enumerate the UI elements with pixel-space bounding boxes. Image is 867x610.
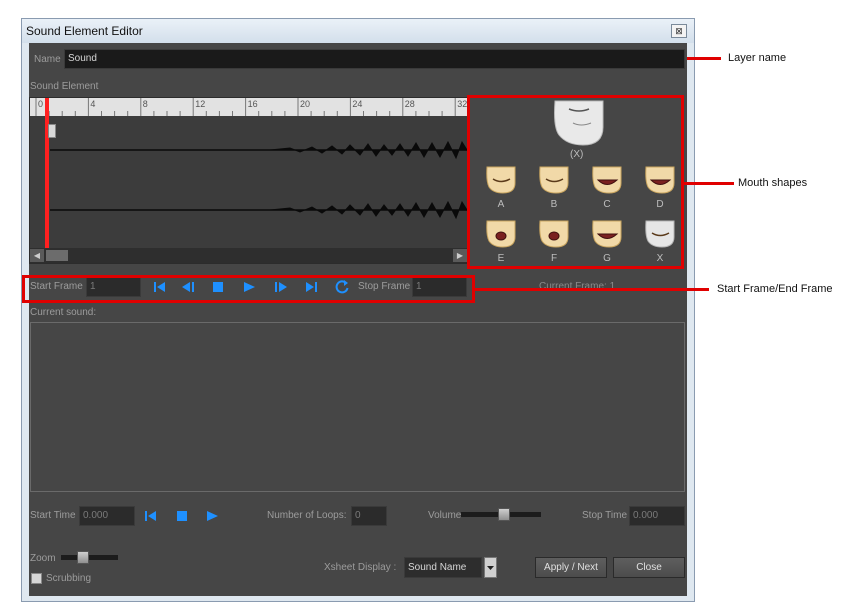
sound-stop-button[interactable] — [174, 509, 190, 523]
xsheet-display-select[interactable]: Sound Name — [404, 557, 482, 578]
first-frame-icon — [145, 511, 156, 521]
start-time-label: Start Time — [30, 510, 76, 521]
zoom-slider-thumb[interactable] — [76, 551, 89, 564]
current-sound-area[interactable] — [30, 322, 685, 492]
name-field[interactable]: Sound — [64, 49, 685, 69]
ruler-tick-label: 28 — [404, 99, 415, 109]
window-close-button[interactable]: ⊠ — [671, 24, 687, 38]
start-end-frame-callout-line — [475, 288, 709, 291]
waveform-display — [50, 140, 467, 220]
scrubbing-label: Scrubbing — [46, 573, 92, 584]
ruler-tick-label: 4 — [90, 99, 96, 109]
playhead[interactable] — [45, 98, 49, 248]
xsheet-display-label: Xsheet Display : — [324, 562, 397, 573]
zoom-label: Zoom — [30, 553, 56, 564]
title-bar: Sound Element Editor ⊠ — [22, 19, 694, 43]
close-button[interactable]: Close — [613, 557, 685, 578]
scroll-left-button[interactable]: ◀ — [30, 249, 44, 262]
ruler-tick-label: 8 — [142, 99, 148, 109]
volume-slider[interactable] — [461, 508, 541, 521]
timeline-scrollbar[interactable]: ◀ ▶ — [30, 248, 467, 263]
play-icon — [207, 511, 218, 521]
start-time-field[interactable]: 0.000 — [79, 506, 135, 526]
apply-next-button[interactable]: Apply / Next — [535, 557, 607, 578]
waveform-timeline[interactable]: 0 4 8 12 16 20 24 28 32 ◀ ▶ — [29, 97, 468, 264]
layer-name-callout: Layer name — [728, 52, 787, 64]
ruler-tick-label: 32 — [457, 99, 468, 109]
scroll-right-button[interactable]: ▶ — [453, 249, 467, 262]
zoom-slider[interactable] — [61, 551, 118, 564]
scrubbing-checkbox[interactable] — [31, 573, 42, 584]
ruler-tick-label: 0 — [38, 99, 44, 109]
ruler-tick-label: 24 — [352, 99, 363, 109]
chevron-down-icon — [487, 566, 494, 570]
current-sound-label: Current sound: — [30, 307, 97, 318]
mouth-shapes-highlight — [467, 95, 684, 269]
number-of-loops-field[interactable]: 0 — [351, 506, 387, 526]
mouth-shapes-callout-line — [684, 182, 734, 185]
sound-play-button[interactable] — [204, 509, 220, 523]
xsheet-dropdown-button[interactable] — [484, 557, 497, 578]
transport-highlight — [22, 275, 475, 303]
volume-slider-thumb[interactable] — [498, 508, 511, 521]
stop-time-field[interactable]: 0.000 — [629, 506, 685, 526]
layer-name-callout-line — [687, 57, 721, 60]
ruler-tick-label: 20 — [300, 99, 311, 109]
volume-label: Volume — [428, 510, 462, 521]
mouth-shapes-callout: Mouth shapes — [738, 177, 808, 189]
ruler-tick-label: 12 — [195, 99, 206, 109]
number-of-loops-label: Number of Loops: — [267, 510, 347, 521]
stop-icon — [177, 511, 187, 521]
ruler-tick-label: 16 — [247, 99, 258, 109]
sound-first-frame-button[interactable] — [143, 509, 159, 523]
frame-ruler[interactable]: 0 4 8 12 16 20 24 28 32 — [30, 98, 467, 116]
window-title: Sound Element Editor — [26, 24, 143, 38]
name-label: Name — [34, 54, 61, 65]
sound-element-label: Sound Element — [30, 81, 99, 92]
scroll-thumb[interactable] — [46, 250, 68, 261]
stop-time-label: Stop Time — [582, 510, 628, 521]
start-end-frame-callout: Start Frame/End Frame — [717, 283, 833, 295]
